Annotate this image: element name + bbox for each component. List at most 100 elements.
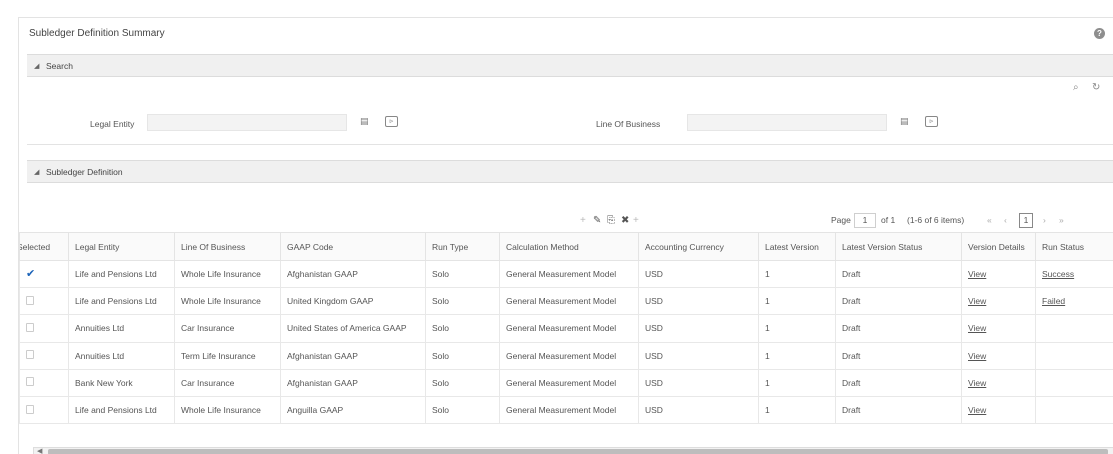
table-row[interactable]: Annuities Ltd Term Life Insurance Afghanis… [19,341,1113,370]
table-cell-version: 1 [758,341,836,370]
row-checkbox[interactable] [26,350,34,360]
version-details-cell: View [961,395,1036,425]
add-icon[interactable]: + [580,215,586,226]
table-cell-legal-entity: Bank New York [68,368,175,397]
row-checkbox[interactable] [26,295,34,305]
line-of-business-picker-icon[interactable]: ▹ [925,116,938,127]
table-row[interactable]: Bank New York Car Insurance Afghanistan GA… [19,368,1113,397]
column-header[interactable]: Latest Version [758,232,836,261]
view-link[interactable]: View [968,269,986,279]
row-select-cell[interactable] [19,368,69,397]
view-link[interactable]: View [968,378,986,388]
subledger-definition-section-header[interactable]: ◢ Subledger Definition [27,160,1113,183]
table-cell-gaap: Afghanistan GAAP [280,341,426,370]
column-header[interactable]: Accounting Currency [638,232,759,261]
table-cell-calc: General Measurement Model [499,287,639,316]
subledger-definition-section-label: Subledger Definition [46,167,123,177]
table-cell-version: 1 [758,395,836,425]
delete-icon[interactable]: ✖ [621,215,629,226]
run-status-link[interactable]: Success [1042,269,1074,279]
scroll-left-icon[interactable]: ◀ [37,447,42,454]
table-cell-run-type: Solo [425,259,500,289]
table-cell-calc: General Measurement Model [499,368,639,397]
run-status-link[interactable]: Failed [1042,296,1065,306]
checked-checkbox-icon[interactable]: ✔ [26,269,35,280]
run-status-cell [1035,314,1113,343]
row-select-cell[interactable] [19,341,69,370]
table-row[interactable]: Life and Pensions Ltd Whole Life Insuranc… [19,287,1113,316]
next-page-icon[interactable]: › [1043,215,1046,225]
table-cell-status: Draft [835,259,962,289]
table-cell-currency: USD [638,259,759,289]
view-link[interactable]: View [968,351,986,361]
page-input[interactable]: 1 [854,213,876,228]
column-header[interactable]: Latest Version Status [835,232,962,261]
run-status-cell [1035,395,1113,425]
column-header[interactable]: Run Type [425,232,500,261]
refresh-icon[interactable]: ↻ [1092,82,1100,93]
search-icon[interactable]: ⌕ [1073,82,1079,93]
column-header[interactable]: GAAP Code [280,232,426,261]
row-select-cell[interactable]: ✔ [19,259,69,289]
search-section-header[interactable]: ◢ Search [27,54,1113,77]
table-row[interactable]: ✔ Life and Pensions Ltd Whole Life Insuran… [19,259,1113,289]
more-icon[interactable]: + [633,215,639,226]
column-header[interactable]: Version Details [961,232,1036,261]
table-cell-calc: General Measurement Model [499,314,639,343]
table-cell-currency: USD [638,287,759,316]
column-header[interactable]: Run Status [1035,232,1113,261]
copy-icon[interactable]: ⎘ [607,215,615,226]
current-page-button[interactable]: 1 [1019,213,1033,228]
row-checkbox[interactable] [26,322,34,332]
column-header[interactable]: Line Of Business [174,232,281,261]
legal-entity-picker-icon[interactable]: ▹ [385,116,398,127]
legal-entity-list-icon[interactable]: ▤ [360,116,369,127]
table-cell-status: Draft [835,287,962,316]
version-details-cell: View [961,341,1036,370]
view-link[interactable]: View [968,296,986,306]
table-cell-lob: Car Insurance [174,368,281,397]
first-page-icon[interactable]: « [987,215,992,225]
help-icon[interactable]: ? [1094,28,1105,39]
table-cell-status: Draft [835,368,962,397]
table-cell-lob: Whole Life Insurance [174,259,281,289]
scrollbar-thumb[interactable] [48,449,1108,454]
table-cell-legal-entity: Life and Pensions Ltd [68,395,175,425]
page-title: Subledger Definition Summary [29,28,165,39]
table-row[interactable]: Annuities Ltd Car Insurance United States … [19,314,1113,343]
column-header[interactable]: Legal Entity [68,232,175,261]
line-of-business-list-icon[interactable]: ▤ [900,116,909,127]
version-details-cell: View [961,314,1036,343]
table-row[interactable]: Life and Pensions Ltd Whole Life Insuranc… [19,395,1113,425]
row-select-cell[interactable] [19,395,69,425]
collapse-triangle-icon: ◢ [34,63,40,70]
row-select-cell[interactable] [19,314,69,343]
view-link[interactable]: View [968,405,986,415]
table-cell-gaap: Anguilla GAAP [280,395,426,425]
table-cell-legal-entity: Life and Pensions Ltd [68,287,175,316]
table-cell-legal-entity: Annuities Ltd [68,314,175,343]
table-cell-calc: General Measurement Model [499,395,639,425]
row-checkbox[interactable] [26,377,34,387]
legal-entity-input[interactable] [147,114,347,131]
edit-icon[interactable]: ✎ [593,215,601,226]
search-panel: ⌕ ↻ Legal Entity ▤ ▹ Line Of Business ▤ … [27,77,1113,145]
prev-page-icon[interactable]: ‹ [1004,215,1007,225]
last-page-icon[interactable]: » [1059,215,1064,225]
row-checkbox[interactable] [26,404,34,414]
search-section-label: Search [46,61,73,71]
table-cell-currency: USD [638,395,759,425]
table-cell-version: 1 [758,259,836,289]
table-cell-run-type: Solo [425,341,500,370]
view-link[interactable]: View [968,323,986,333]
column-header[interactable]: Calculation Method [499,232,639,261]
table-cell-legal-entity: Annuities Ltd [68,341,175,370]
collapse-triangle-icon: ◢ [34,169,40,176]
column-header[interactable]: Selected [19,232,69,261]
run-status-cell [1035,368,1113,397]
table-cell-status: Draft [835,314,962,343]
line-of-business-input[interactable] [687,114,887,131]
items-count: (1-6 of 6 items) [907,215,965,225]
horizontal-scrollbar[interactable]: ◀ [33,447,1113,454]
row-select-cell[interactable] [19,287,69,316]
